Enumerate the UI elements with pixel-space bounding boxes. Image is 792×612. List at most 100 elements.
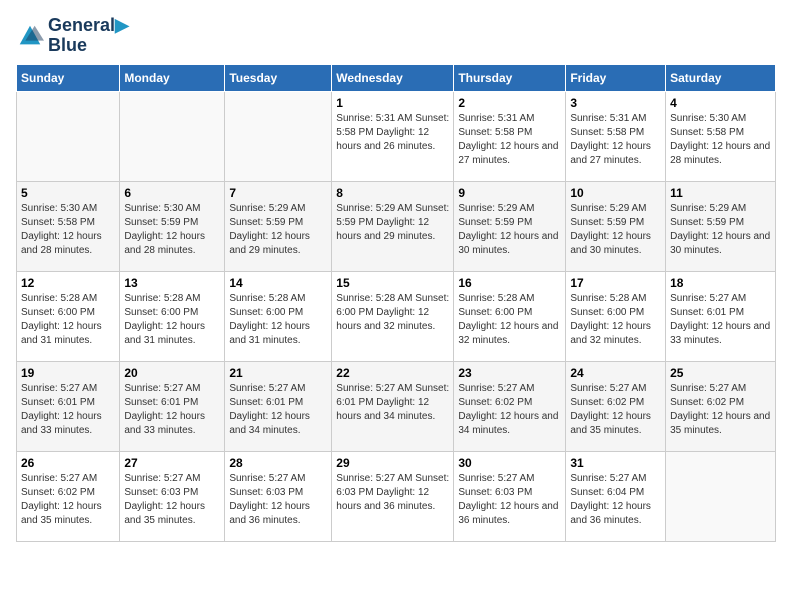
day-info: Sunrise: 5:28 AM Sunset: 6:00 PM Dayligh… bbox=[570, 292, 661, 348]
day-number: 28 bbox=[229, 456, 327, 470]
calendar-cell: 12 Sunrise: 5:28 AM Sunset: 6:00 PM Dayli… bbox=[17, 271, 120, 361]
calendar-cell: 11Sunrise: 5:29 AM Sunset: 5:59 PM Dayli… bbox=[666, 181, 776, 271]
day-info: Sunrise: 5:27 AM Sunset: 6:01 PM Dayligh… bbox=[21, 382, 115, 438]
page-header: General▶ Blue bbox=[16, 16, 776, 56]
day-info: Sunrise: 5:31 AM Sunset: 5:58 PM Dayligh… bbox=[570, 112, 661, 168]
calendar-cell: 27 Sunrise: 5:27 AM Sunset: 6:03 PM Dayli… bbox=[120, 451, 225, 541]
day-number: 14 bbox=[229, 276, 327, 290]
logo: General▶ Blue bbox=[16, 16, 129, 56]
logo-icon bbox=[16, 22, 44, 50]
day-info: Sunrise: 5:27 AM Sunset: 6:01 PM Dayligh… bbox=[124, 382, 220, 438]
calendar-week-1: 1 Sunrise: 5:31 AM Sunset: 5:58 PM Daylig… bbox=[17, 91, 776, 181]
calendar-cell: 29 Sunrise: 5:27 AM Sunset: 6:03 PM Dayli… bbox=[332, 451, 454, 541]
day-info: Sunrise: 5:31 AM Sunset: 5:58 PM Dayligh… bbox=[458, 112, 561, 168]
calendar-cell: 28 Sunrise: 5:27 AM Sunset: 6:03 PM Dayli… bbox=[225, 451, 332, 541]
calendar-cell: 18 Sunrise: 5:27 AM Sunset: 6:01 PM Dayli… bbox=[666, 271, 776, 361]
day-number: 12 bbox=[21, 276, 115, 290]
day-info: Sunrise: 5:27 AM Sunset: 6:01 PM Dayligh… bbox=[229, 382, 327, 438]
day-info: Sunrise: 5:30 AM Sunset: 5:59 PM Dayligh… bbox=[124, 202, 220, 258]
day-number: 27 bbox=[124, 456, 220, 470]
day-number: 1 bbox=[336, 96, 449, 110]
header-cell-saturday: Saturday bbox=[666, 64, 776, 91]
logo-text: General▶ Blue bbox=[48, 16, 129, 56]
calendar-cell bbox=[120, 91, 225, 181]
day-info: Sunrise: 5:29 AM Sunset: 5:59 PM Dayligh… bbox=[229, 202, 327, 258]
calendar-cell: 19 Sunrise: 5:27 AM Sunset: 6:01 PM Dayli… bbox=[17, 361, 120, 451]
calendar-cell: 21 Sunrise: 5:27 AM Sunset: 6:01 PM Dayli… bbox=[225, 361, 332, 451]
day-info: Sunrise: 5:31 AM Sunset: 5:58 PM Dayligh… bbox=[336, 112, 449, 154]
day-info: Sunrise: 5:28 AM Sunset: 6:00 PM Dayligh… bbox=[21, 292, 115, 348]
day-info: Sunrise: 5:29 AM Sunset: 5:59 PM Dayligh… bbox=[336, 202, 449, 244]
day-info: Sunrise: 5:27 AM Sunset: 6:01 PM Dayligh… bbox=[670, 292, 771, 348]
day-number: 23 bbox=[458, 366, 561, 380]
calendar-cell: 15 Sunrise: 5:28 AM Sunset: 6:00 PM Dayli… bbox=[332, 271, 454, 361]
calendar-cell: 6 Sunrise: 5:30 AM Sunset: 5:59 PM Daylig… bbox=[120, 181, 225, 271]
day-info: Sunrise: 5:29 AM Sunset: 5:59 PM Dayligh… bbox=[570, 202, 661, 258]
calendar-cell: 14 Sunrise: 5:28 AM Sunset: 6:00 PM Dayli… bbox=[225, 271, 332, 361]
day-number: 31 bbox=[570, 456, 661, 470]
day-number: 24 bbox=[570, 366, 661, 380]
day-info: Sunrise: 5:27 AM Sunset: 6:02 PM Dayligh… bbox=[670, 382, 771, 438]
day-info: Sunrise: 5:28 AM Sunset: 6:00 PM Dayligh… bbox=[458, 292, 561, 348]
day-number: 15 bbox=[336, 276, 449, 290]
header-cell-friday: Friday bbox=[566, 64, 666, 91]
day-number: 11 bbox=[670, 186, 771, 200]
day-info: Sunrise: 5:27 AM Sunset: 6:03 PM Dayligh… bbox=[336, 472, 449, 514]
calendar-cell: 3Sunrise: 5:31 AM Sunset: 5:58 PM Daylig… bbox=[566, 91, 666, 181]
header-cell-wednesday: Wednesday bbox=[332, 64, 454, 91]
calendar-cell: 23 Sunrise: 5:27 AM Sunset: 6:02 PM Dayli… bbox=[454, 361, 566, 451]
calendar-cell: 17Sunrise: 5:28 AM Sunset: 6:00 PM Dayli… bbox=[566, 271, 666, 361]
day-number: 21 bbox=[229, 366, 327, 380]
header-row: SundayMondayTuesdayWednesdayThursdayFrid… bbox=[17, 64, 776, 91]
day-number: 19 bbox=[21, 366, 115, 380]
day-number: 29 bbox=[336, 456, 449, 470]
day-info: Sunrise: 5:27 AM Sunset: 6:02 PM Dayligh… bbox=[570, 382, 661, 438]
day-number: 8 bbox=[336, 186, 449, 200]
calendar-week-2: 5Sunrise: 5:30 AM Sunset: 5:58 PM Daylig… bbox=[17, 181, 776, 271]
header-cell-tuesday: Tuesday bbox=[225, 64, 332, 91]
calendar-cell: 2 Sunrise: 5:31 AM Sunset: 5:58 PM Daylig… bbox=[454, 91, 566, 181]
calendar-cell: 31 Sunrise: 5:27 AM Sunset: 6:04 PM Dayli… bbox=[566, 451, 666, 541]
day-number: 9 bbox=[458, 186, 561, 200]
day-info: Sunrise: 5:27 AM Sunset: 6:03 PM Dayligh… bbox=[229, 472, 327, 528]
calendar-cell: 4 Sunrise: 5:30 AM Sunset: 5:58 PM Daylig… bbox=[666, 91, 776, 181]
calendar-cell: 5Sunrise: 5:30 AM Sunset: 5:58 PM Daylig… bbox=[17, 181, 120, 271]
day-number: 6 bbox=[124, 186, 220, 200]
day-info: Sunrise: 5:29 AM Sunset: 5:59 PM Dayligh… bbox=[458, 202, 561, 258]
calendar-cell: 24 Sunrise: 5:27 AM Sunset: 6:02 PM Dayli… bbox=[566, 361, 666, 451]
day-number: 4 bbox=[670, 96, 771, 110]
day-number: 7 bbox=[229, 186, 327, 200]
calendar-week-5: 26Sunrise: 5:27 AM Sunset: 6:02 PM Dayli… bbox=[17, 451, 776, 541]
header-cell-monday: Monday bbox=[120, 64, 225, 91]
day-number: 18 bbox=[670, 276, 771, 290]
day-number: 25 bbox=[670, 366, 771, 380]
day-info: Sunrise: 5:27 AM Sunset: 6:03 PM Dayligh… bbox=[458, 472, 561, 528]
day-info: Sunrise: 5:30 AM Sunset: 5:58 PM Dayligh… bbox=[21, 202, 115, 258]
day-info: Sunrise: 5:30 AM Sunset: 5:58 PM Dayligh… bbox=[670, 112, 771, 168]
calendar-cell: 25 Sunrise: 5:27 AM Sunset: 6:02 PM Dayli… bbox=[666, 361, 776, 451]
day-info: Sunrise: 5:27 AM Sunset: 6:02 PM Dayligh… bbox=[458, 382, 561, 438]
day-info: Sunrise: 5:28 AM Sunset: 6:00 PM Dayligh… bbox=[336, 292, 449, 334]
day-number: 26 bbox=[21, 456, 115, 470]
calendar-table: SundayMondayTuesdayWednesdayThursdayFrid… bbox=[16, 64, 776, 542]
calendar-week-4: 19 Sunrise: 5:27 AM Sunset: 6:01 PM Dayli… bbox=[17, 361, 776, 451]
calendar-week-3: 12 Sunrise: 5:28 AM Sunset: 6:00 PM Dayli… bbox=[17, 271, 776, 361]
day-number: 20 bbox=[124, 366, 220, 380]
calendar-cell: 9 Sunrise: 5:29 AM Sunset: 5:59 PM Daylig… bbox=[454, 181, 566, 271]
calendar-cell: 13Sunrise: 5:28 AM Sunset: 6:00 PM Dayli… bbox=[120, 271, 225, 361]
calendar-cell: 16 Sunrise: 5:28 AM Sunset: 6:00 PM Dayli… bbox=[454, 271, 566, 361]
calendar-cell: 26Sunrise: 5:27 AM Sunset: 6:02 PM Dayli… bbox=[17, 451, 120, 541]
day-number: 16 bbox=[458, 276, 561, 290]
calendar-cell: 8 Sunrise: 5:29 AM Sunset: 5:59 PM Daylig… bbox=[332, 181, 454, 271]
calendar-cell bbox=[225, 91, 332, 181]
day-info: Sunrise: 5:28 AM Sunset: 6:00 PM Dayligh… bbox=[229, 292, 327, 348]
calendar-cell: 22Sunrise: 5:27 AM Sunset: 6:01 PM Dayli… bbox=[332, 361, 454, 451]
day-number: 13 bbox=[124, 276, 220, 290]
calendar-cell: 1 Sunrise: 5:31 AM Sunset: 5:58 PM Daylig… bbox=[332, 91, 454, 181]
day-number: 2 bbox=[458, 96, 561, 110]
day-info: Sunrise: 5:27 AM Sunset: 6:03 PM Dayligh… bbox=[124, 472, 220, 528]
day-number: 30 bbox=[458, 456, 561, 470]
calendar-cell bbox=[666, 451, 776, 541]
day-info: Sunrise: 5:27 AM Sunset: 6:04 PM Dayligh… bbox=[570, 472, 661, 528]
calendar-cell: 10Sunrise: 5:29 AM Sunset: 5:59 PM Dayli… bbox=[566, 181, 666, 271]
